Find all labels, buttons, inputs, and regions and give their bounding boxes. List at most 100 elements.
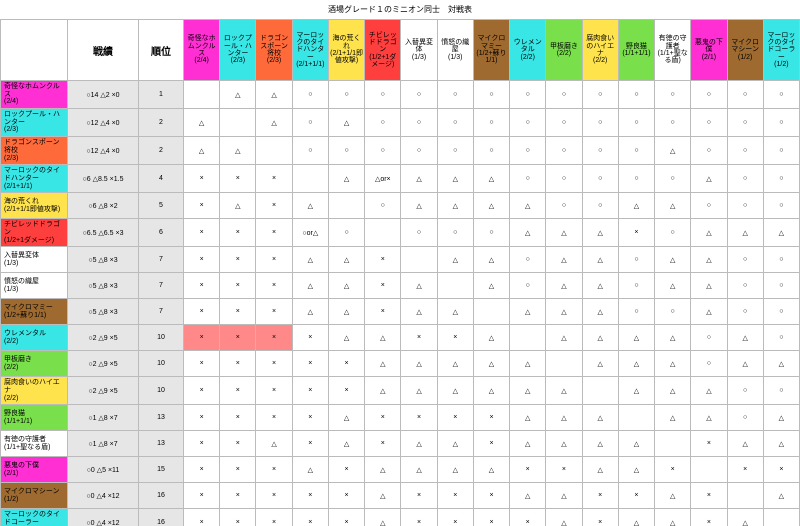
matchup-cell <box>691 457 727 483</box>
matchup-cell: ○ <box>691 81 727 109</box>
row-header: チビレッドドラゴン(1/2+1ダメージ) <box>1 219 68 247</box>
col-header: 海の荒くれ(2/1+1/1即値攻撃) <box>328 20 364 81</box>
matchup-cell: ○ <box>365 193 401 219</box>
rank-cell: 2 <box>139 109 184 137</box>
matchup-cell: ○ <box>437 81 473 109</box>
matchup-cell: △or× <box>365 165 401 193</box>
row-header: マーロックのタイドコーラー(1/2) <box>1 509 68 526</box>
matchup-cell: △ <box>655 405 691 431</box>
matchup-cell: △ <box>401 351 437 377</box>
record-cell: ○0 △5 ×11 <box>68 457 139 483</box>
matchup-cell: △ <box>546 377 582 405</box>
matchup-cell: △ <box>691 219 727 247</box>
matchup-cell: × <box>292 431 328 457</box>
matchup-cell: × <box>365 431 401 457</box>
matchup-cell <box>292 165 328 193</box>
matchup-cell: ○ <box>655 299 691 325</box>
matchup-cell: ○ <box>582 137 618 165</box>
matchup-cell: △ <box>582 405 618 431</box>
matchup-cell: ○ <box>546 81 582 109</box>
record-cell: ○12 △4 ×0 <box>68 109 139 137</box>
record-cell: ○5 △8 ×3 <box>68 299 139 325</box>
matchup-cell: △ <box>582 219 618 247</box>
col-header: ロックプール・ハンター(2/3) <box>220 20 256 81</box>
matchup-cell: ○ <box>691 109 727 137</box>
matchup-cell: △ <box>292 457 328 483</box>
matchup-cell: × <box>292 405 328 431</box>
matchup-cell <box>618 405 654 431</box>
matchup-cell <box>546 351 582 377</box>
matchup-cell: × <box>184 483 220 509</box>
matchup-cell: × <box>256 405 292 431</box>
matchup-cell: △ <box>546 509 582 526</box>
record-cell: ○2 △9 ×5 <box>68 377 139 405</box>
matchup-cell: ○ <box>763 81 799 109</box>
row-header: 入替異変体(1/3) <box>1 247 68 273</box>
col-record: 戦績 <box>68 20 139 81</box>
matchup-cell: × <box>510 457 546 483</box>
matchup-cell: × <box>184 273 220 299</box>
matchup-cell: × <box>256 247 292 273</box>
matchup-cell: ○ <box>546 193 582 219</box>
matchup-cell: △ <box>365 457 401 483</box>
matchup-cell: △ <box>546 405 582 431</box>
matchup-cell: ○ <box>763 299 799 325</box>
matchup-cell: ○ <box>727 299 763 325</box>
matchup-cell: △ <box>437 165 473 193</box>
matchup-cell: △ <box>256 81 292 109</box>
matchup-cell: △ <box>220 193 256 219</box>
matchup-cell: △ <box>473 457 509 483</box>
matchup-cell: × <box>184 193 220 219</box>
col-header: マーロックのタイドハンター(2/1+1/1) <box>292 20 328 81</box>
matchup-cell: △ <box>655 325 691 351</box>
matchup-cell: × <box>582 483 618 509</box>
matchup-cell: × <box>582 509 618 526</box>
matchup-cell: ○ <box>618 109 654 137</box>
matchup-cell: △ <box>510 431 546 457</box>
row-header: 悪鬼の下僕(2/1) <box>1 457 68 483</box>
matchup-cell: ○ <box>618 299 654 325</box>
matchup-cell: ○ <box>582 81 618 109</box>
rank-cell: 10 <box>139 377 184 405</box>
matchup-cell: × <box>256 509 292 526</box>
matchup-cell: △ <box>727 325 763 351</box>
matchup-cell: × <box>184 509 220 526</box>
matchup-cell: △ <box>510 299 546 325</box>
matchup-cell: × <box>220 325 256 351</box>
rank-cell: 10 <box>139 351 184 377</box>
row-header: 海の荒くれ(2/1+1/1即値攻撃) <box>1 193 68 219</box>
matchup-cell: × <box>691 509 727 526</box>
matchup-cell <box>328 193 364 219</box>
matchup-cell: × <box>184 165 220 193</box>
matchup-cell: ○ <box>691 325 727 351</box>
matchup-cell: △ <box>655 193 691 219</box>
matchup-cell: ○ <box>437 109 473 137</box>
matchup-cell: × <box>365 273 401 299</box>
matchup-cell: ○ <box>582 165 618 193</box>
matchup-cell: ○ <box>727 273 763 299</box>
matchup-cell <box>365 219 401 247</box>
matchup-cell: ○ <box>691 137 727 165</box>
rank-cell: 15 <box>139 457 184 483</box>
matchup-cell: △ <box>582 299 618 325</box>
matchup-cell: △ <box>184 109 220 137</box>
matchup-cell: ○ <box>655 219 691 247</box>
matchup-cell: × <box>727 457 763 483</box>
matchup-cell: △ <box>655 483 691 509</box>
matchup-cell: × <box>220 165 256 193</box>
matchup-cell: × <box>365 299 401 325</box>
matchup-cell: × <box>365 405 401 431</box>
matchup-cell: △ <box>691 247 727 273</box>
matchup-cell: △ <box>618 457 654 483</box>
rank-cell: 7 <box>139 273 184 299</box>
matchup-cell <box>510 325 546 351</box>
matchup-cell: ○ <box>618 165 654 193</box>
matchup-cell: △ <box>655 247 691 273</box>
matchup-cell: △ <box>365 483 401 509</box>
matchup-cell: △ <box>510 193 546 219</box>
matchup-cell: △ <box>473 325 509 351</box>
matchup-cell: △ <box>401 273 437 299</box>
matchup-cell: △ <box>655 377 691 405</box>
row-header: ウレメンタル(2/2) <box>1 325 68 351</box>
matchup-cell: △ <box>655 273 691 299</box>
